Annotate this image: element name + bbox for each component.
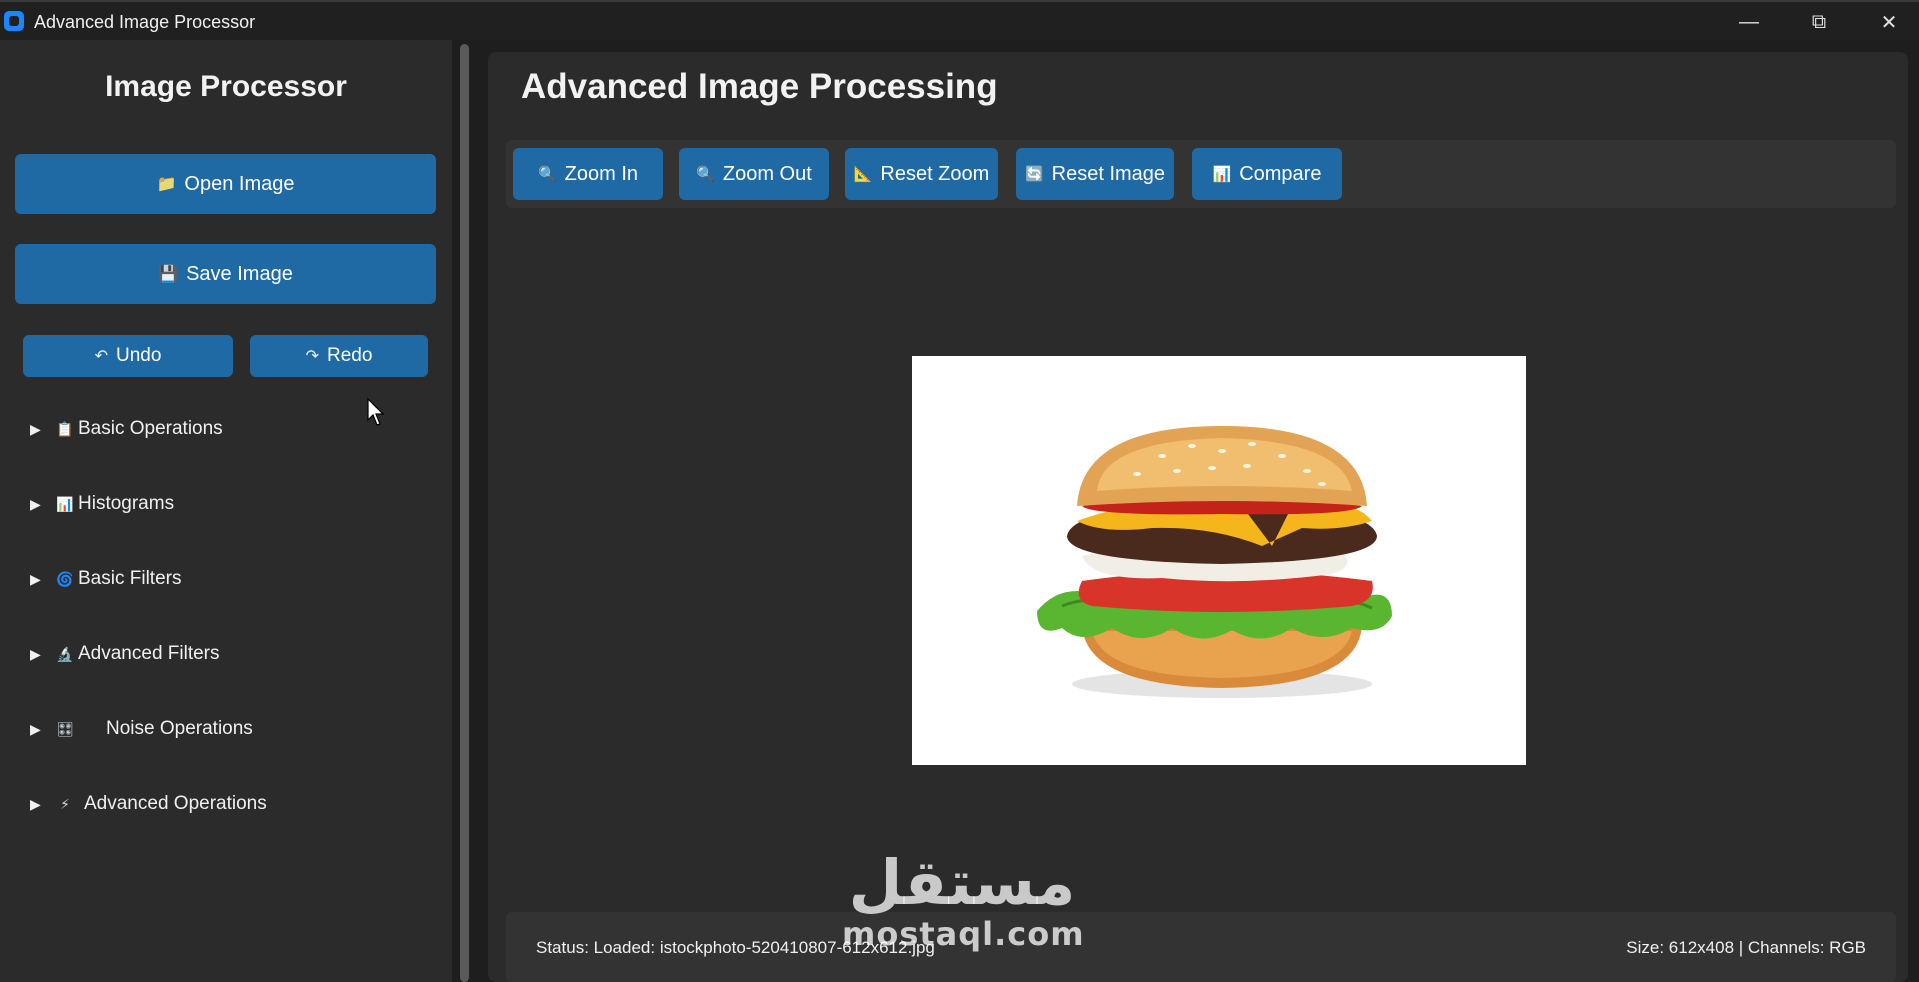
scrollbar-thumb[interactable] — [460, 44, 469, 982]
window-title: Advanced Image Processor — [34, 12, 256, 32]
mouse-cursor-icon — [367, 398, 385, 426]
section-basic-operations[interactable]: ▶ 📋 Basic Operations — [30, 409, 223, 449]
redo-label: Redo — [326, 345, 373, 366]
status-bar: Status: Loaded: istockphoto-520410807-61… — [506, 912, 1896, 982]
bar-chart-icon: 📊 — [1212, 166, 1232, 183]
expand-arrow-icon: ▶ — [30, 795, 41, 812]
watermark-arabic: مستقل — [848, 846, 1076, 919]
reset-image-button[interactable]: 🔄 Reset Image — [1016, 148, 1174, 200]
section-label: Histograms — [78, 493, 175, 514]
section-advanced-operations[interactable]: ▶ ⚡ Advanced Operations — [30, 784, 267, 824]
title-bar: Advanced Image Processor — ⧉ ✕ — [0, 0, 1919, 40]
section-label: Basic Filters — [78, 568, 182, 589]
main-panel: Advanced Image Processing 🔍 Zoom In 🔍 Zo… — [488, 52, 1908, 982]
floppy-icon: 💾 — [158, 266, 179, 283]
microscope-icon: 🔬 — [56, 645, 74, 662]
loaded-image — [912, 356, 1526, 765]
save-image-label: Save Image — [186, 262, 293, 285]
section-label: Noise Operations — [106, 718, 253, 739]
control-knobs-icon: 🎛 — [56, 720, 74, 737]
magnifier-icon: 🔍 — [537, 166, 557, 183]
app-icon — [4, 11, 24, 31]
section-label: Advanced Filters — [78, 643, 220, 664]
compare-button[interactable]: 📊 Compare — [1192, 148, 1342, 200]
open-image-button[interactable]: 📁 Open Image — [15, 154, 436, 214]
expand-arrow-icon: ▶ — [30, 645, 41, 662]
reset-zoom-button[interactable]: 📐 Reset Zoom — [845, 148, 998, 200]
image-canvas[interactable] — [506, 218, 1896, 958]
watermark-logo: مستقل mostaql.com — [842, 846, 1085, 960]
section-noise-operations[interactable]: ▶ 🎛 Noise Operations — [30, 709, 253, 749]
lightning-icon: ⚡ — [60, 795, 70, 812]
zoom-out-label: Zoom Out — [722, 162, 812, 185]
expand-arrow-icon: ▶ — [30, 720, 41, 737]
sidebar-scrollbar[interactable] — [458, 44, 470, 982]
expand-arrow-icon: ▶ — [30, 570, 41, 587]
undo-button[interactable]: ↶ Undo — [23, 335, 233, 377]
burger-image — [912, 356, 1526, 765]
refresh-icon: 🔄 — [1024, 166, 1044, 183]
toolbar: 🔍 Zoom In 🔍 Zoom Out 📐 Reset Zoom 🔄 Rese… — [506, 140, 1896, 208]
open-image-label: Open Image — [184, 172, 295, 195]
maximize-button[interactable]: ⧉ — [1789, 6, 1849, 38]
section-histograms[interactable]: ▶ 📊 Histograms — [30, 484, 174, 524]
image-info-text: Size: 612x408 | Channels: RGB — [1626, 938, 1866, 957]
section-basic-filters[interactable]: ▶ 🌀 Basic Filters — [30, 559, 181, 599]
section-advanced-filters[interactable]: ▶ 🔬 Advanced Filters — [30, 634, 220, 674]
minimize-button[interactable]: — — [1719, 6, 1779, 38]
zoom-in-button[interactable]: 🔍 Zoom In — [513, 148, 663, 200]
reset-image-label: Reset Image — [1051, 162, 1166, 185]
page-title: Advanced Image Processing — [521, 67, 998, 106]
compare-label: Compare — [1239, 162, 1322, 185]
section-label: Basic Operations — [78, 418, 223, 439]
reset-zoom-label: Reset Zoom — [880, 162, 990, 185]
section-label: Advanced Operations — [84, 793, 267, 814]
folder-icon: 📁 — [156, 176, 177, 193]
clipboard-icon: 📋 — [56, 420, 74, 437]
close-button[interactable]: ✕ — [1859, 6, 1919, 38]
undo-label: Undo — [115, 345, 162, 366]
bar-chart-icon: 📊 — [56, 495, 74, 512]
undo-icon: ↶ — [94, 348, 108, 365]
expand-arrow-icon: ▶ — [30, 420, 41, 437]
sidebar-title: Image Processor — [105, 70, 347, 103]
redo-button[interactable]: ↷ Redo — [250, 335, 428, 377]
ruler-triangle-icon: 📐 — [853, 166, 873, 183]
zoom-in-label: Zoom In — [564, 162, 639, 185]
sidebar: Image Processor 📁 Open Image 💾 Save Imag… — [0, 40, 452, 982]
watermark-latin: mostaql.com — [842, 915, 1085, 953]
redo-icon: ↷ — [305, 348, 319, 365]
save-image-button[interactable]: 💾 Save Image — [15, 244, 436, 304]
swirl-icon: 🌀 — [56, 570, 74, 587]
expand-arrow-icon: ▶ — [30, 495, 41, 512]
magnifier-icon: 🔍 — [696, 166, 715, 183]
zoom-out-button[interactable]: 🔍 Zoom Out — [679, 148, 829, 200]
